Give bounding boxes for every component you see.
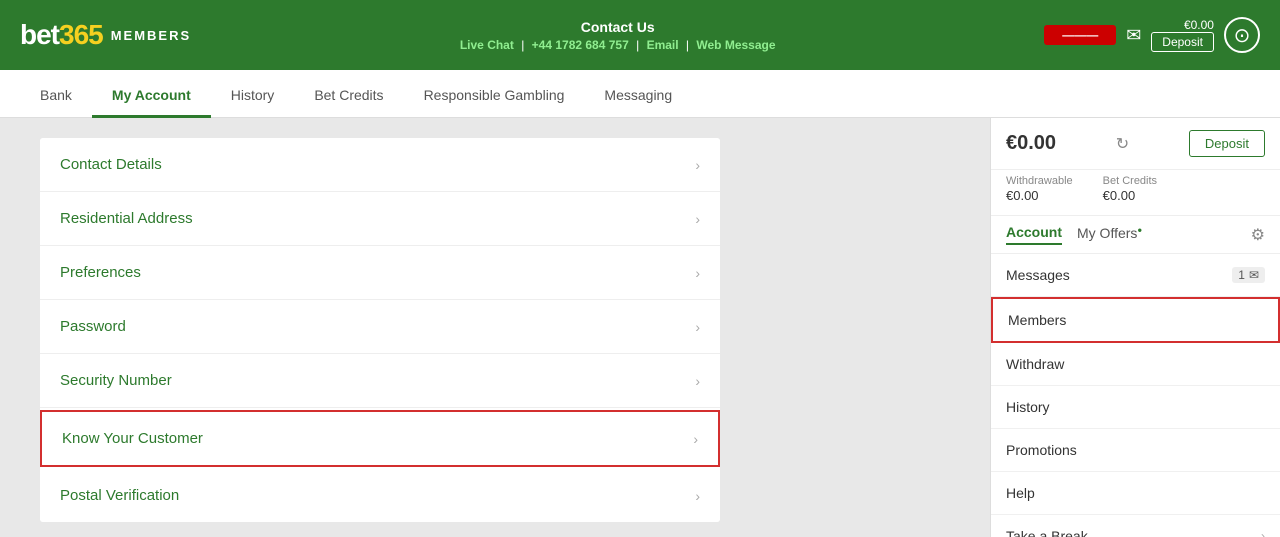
balance-chip: ——— [1044, 25, 1116, 45]
deposit-button[interactable]: Deposit [1189, 130, 1265, 157]
menu-item-label: Know Your Customer [62, 430, 203, 447]
email-link[interactable]: Email [647, 38, 679, 52]
dropdown-item-members[interactable]: Members [991, 297, 1280, 343]
account-tabs: Account My Offers● ⚙ [991, 216, 1280, 254]
bet-credits-item: Bet Credits €0.00 [1103, 175, 1157, 205]
phone-link[interactable]: +44 1782 684 757 [532, 38, 629, 52]
chevron-right-icon: › [695, 319, 700, 335]
logo: bet365 [20, 19, 103, 51]
menu-item-residential-address[interactable]: Residential Address › [40, 192, 720, 246]
dropdown-item-label: Members [1008, 312, 1066, 328]
logo-members: MEMBERS [111, 28, 191, 43]
menu-item-security-number[interactable]: Security Number › [40, 354, 720, 408]
balance-deposit: €0.00 Deposit [1151, 18, 1214, 52]
header: bet365 MEMBERS Contact Us Live Chat | +4… [0, 0, 1280, 70]
nav-item-bet-credits[interactable]: Bet Credits [294, 75, 403, 118]
separator3: | [686, 38, 692, 52]
menu-item-label: Postal Verification [60, 487, 179, 504]
dropdown-badge: 1 ✉ [1232, 267, 1265, 283]
contact-title: Contact Us [460, 19, 776, 35]
header-deposit-button[interactable]: Deposit [1151, 32, 1214, 52]
dropdown-item-help[interactable]: Help [991, 472, 1280, 515]
contact-links: Live Chat | +44 1782 684 757 | Email | W… [460, 38, 776, 52]
refresh-icon[interactable]: ↻ [1116, 134, 1129, 154]
dropdown-item-label: Messages [1006, 267, 1070, 283]
dropdown-item-messages[interactable]: Messages 1 ✉ [991, 254, 1280, 297]
withdrawable-label: Withdrawable [1006, 175, 1073, 187]
user-area: ——— ✉ €0.00 Deposit ⊙ [1044, 17, 1260, 53]
dropdown-item-history[interactable]: History [991, 386, 1280, 429]
navbar: BankMy AccountHistoryBet CreditsResponsi… [0, 70, 1280, 118]
bet-credits-amount: €0.00 [1103, 188, 1136, 203]
dropdown-item-take-a-break[interactable]: Take a Break › [991, 515, 1280, 537]
logo-area: bet365 MEMBERS [20, 19, 191, 51]
right-panel: €0.00 ↻ Deposit Withdrawable €0.00 Bet C… [990, 118, 1280, 537]
chevron-right-icon: › [695, 157, 700, 173]
live-chat-link[interactable]: Live Chat [460, 38, 514, 52]
balance-section: €0.00 ↻ Deposit [991, 118, 1280, 170]
header-balance: €0.00 [1184, 18, 1214, 32]
withdrawable-amount: €0.00 [1006, 188, 1039, 203]
dropdown-item-withdraw[interactable]: Withdraw [991, 343, 1280, 386]
nav-item-messaging[interactable]: Messaging [584, 75, 692, 118]
dropdown-item-label: Promotions [1006, 442, 1077, 458]
withdrawable-item: Withdrawable €0.00 [1006, 175, 1073, 205]
contact-area: Contact Us Live Chat | +44 1782 684 757 … [460, 19, 776, 52]
bet-credits-label: Bet Credits [1103, 175, 1157, 187]
main-area: Contact Details›Residential Address›Pref… [0, 118, 1280, 537]
dropdown-item-promotions[interactable]: Promotions [991, 429, 1280, 472]
dropdown-item-label: Take a Break [1006, 528, 1088, 537]
chevron-right-icon: › [695, 265, 700, 281]
chevron-right-icon: › [695, 211, 700, 227]
avatar-icon[interactable]: ⊙ [1224, 17, 1260, 53]
menu-item-label: Residential Address [60, 210, 193, 227]
mail-icon[interactable]: ✉ [1126, 25, 1141, 46]
menu-item-label: Contact Details [60, 156, 162, 173]
menu-item-know-your-customer[interactable]: Know Your Customer › [40, 410, 720, 467]
nav-item-bank[interactable]: Bank [20, 75, 92, 118]
menu-item-label: Security Number [60, 372, 172, 389]
webmessage-link[interactable]: Web Message [696, 38, 775, 52]
chevron-right-icon: › [695, 373, 700, 389]
nav-item-responsible-gambling[interactable]: Responsible Gambling [404, 75, 585, 118]
menu-item-contact-details[interactable]: Contact Details › [40, 138, 720, 192]
account-tab-my-offers[interactable]: My Offers● [1077, 225, 1142, 244]
chevron-right-icon: › [1261, 529, 1265, 537]
sub-balance: Withdrawable €0.00 Bet Credits €0.00 [991, 170, 1280, 216]
separator1: | [521, 38, 527, 52]
menu-item-postal-verification[interactable]: Postal Verification › [40, 469, 720, 522]
dropdown-menu: Messages 1 ✉ Members Withdraw History Promoti… [991, 254, 1280, 537]
nav-item-history[interactable]: History [211, 75, 295, 118]
menu-list: Contact Details›Residential Address›Pref… [40, 138, 720, 522]
balance-amount: €0.00 [1006, 132, 1056, 155]
chevron-right-icon: › [695, 488, 700, 504]
menu-item-password[interactable]: Password › [40, 300, 720, 354]
menu-item-label: Password [60, 318, 126, 335]
dropdown-item-label: History [1006, 399, 1050, 415]
chevron-right-icon: › [693, 431, 698, 447]
menu-item-preferences[interactable]: Preferences › [40, 246, 720, 300]
nav-item-my-account[interactable]: My Account [92, 75, 211, 118]
dropdown-item-label: Withdraw [1006, 356, 1064, 372]
gear-icon[interactable]: ⚙ [1251, 225, 1265, 245]
account-tab-account[interactable]: Account [1006, 224, 1062, 245]
menu-item-label: Preferences [60, 264, 141, 281]
left-panel: Contact Details›Residential Address›Pref… [0, 118, 990, 537]
separator2: | [636, 38, 642, 52]
dropdown-item-label: Help [1006, 485, 1035, 501]
